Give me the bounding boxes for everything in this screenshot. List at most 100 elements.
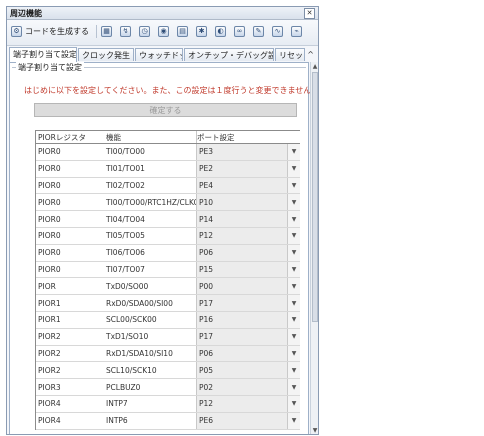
chevron-down-icon[interactable]: ▼ [287, 345, 300, 362]
port-value: P06 [199, 248, 214, 258]
toolbar-button-7[interactable]: ◐ [215, 24, 226, 38]
table-row: PIOR0 TI04/TO04 P14 ▼ [36, 211, 300, 228]
warning-message: はじめに以下を設定してください。また、この設定は１度行うと変更できません。 [24, 86, 319, 95]
port-select[interactable]: P12 ▼ [196, 227, 300, 244]
chevron-down-icon[interactable]: ▼ [287, 144, 300, 160]
table-row: PIOR0 TI01/TO01 PE2 ▼ [36, 160, 300, 178]
chevron-down-icon[interactable]: ▼ [287, 227, 300, 244]
chevron-down-icon[interactable]: ▼ [287, 261, 300, 278]
signal-icon: ⌁ [291, 25, 302, 37]
port-select[interactable]: P00 ▼ [196, 278, 300, 295]
pior-register-cell: PIOR1 [38, 315, 61, 325]
port-select[interactable]: P10 ▼ [196, 194, 300, 211]
chevron-down-icon[interactable]: ▼ [287, 160, 300, 177]
port-value: P02 [199, 382, 214, 392]
port-value: PE3 [199, 147, 214, 157]
toolbar-button-3[interactable]: ◷ [139, 24, 150, 38]
chevron-down-icon[interactable]: ▼ [287, 295, 300, 311]
link-icon: ∞ [234, 25, 245, 37]
port-select[interactable]: P05 ▼ [196, 362, 300, 379]
panel-title: 周辺機能 [10, 9, 42, 18]
port-value: PE4 [199, 180, 214, 190]
vertical-scrollbar[interactable]: ▲ ▼ [310, 62, 318, 434]
port-select[interactable]: PE2 ▼ [196, 160, 300, 177]
function-cell: TxD1/SO10 [106, 332, 149, 342]
tab-pin-assignment[interactable]: 端子割り当て設定 [9, 47, 77, 62]
toolbar-button-5[interactable]: ▤ [177, 24, 188, 38]
toolbar-button-1[interactable]: ▦ [101, 24, 112, 38]
function-cell: INTP6 [106, 416, 128, 426]
pior-register-cell: PIOR [38, 281, 56, 291]
pior-register-cell: PIOR1 [38, 298, 61, 308]
toolbar-button-4[interactable]: ◉ [158, 24, 169, 38]
confirm-button[interactable]: 確定する [34, 103, 297, 117]
pior-register-cell: PIOR2 [38, 332, 61, 342]
chevron-down-icon[interactable]: ▼ [287, 362, 300, 379]
chevron-down-icon[interactable]: ▼ [287, 194, 300, 211]
toolbar-button-6[interactable]: ✱ [196, 24, 207, 38]
chevron-down-icon[interactable]: ▼ [287, 412, 300, 429]
function-cell: TI01/TO01 [106, 164, 145, 174]
table-row: PIOR1 SCL00/SCK00 P16 ▼ [36, 311, 300, 329]
pior-register-cell: PIOR0 [38, 180, 61, 190]
port-select[interactable]: PE4 ▼ [196, 177, 300, 194]
toolbar-button-11[interactable]: ⌁ [291, 24, 302, 38]
chevron-down-icon[interactable]: ▼ [287, 311, 300, 328]
function-cell: TI00/TO00/RTC1HZ/CLKOUT [106, 197, 210, 207]
table-row: PIOR0 TI00/TO00 PE3 ▼ [36, 144, 300, 161]
chevron-down-icon[interactable]: ▼ [287, 379, 300, 395]
table-row: PIOR3 PCLBUZ0 P02 ▼ [36, 379, 300, 396]
chevron-down-icon[interactable]: ▼ [287, 278, 300, 295]
port-select[interactable]: P06 ▼ [196, 345, 300, 362]
header-pior-register: PIORレジスタ [38, 132, 86, 142]
toolbar: ⚙ コードを生成する ▦ ↯ ◷ ◉ ▤ ✱ ◐ ∞ ✎ ∿ ⌁ [7, 20, 318, 46]
port-select[interactable]: P17 ▼ [196, 328, 300, 345]
chevron-down-icon[interactable]: ▼ [287, 211, 300, 227]
toolbar-button-9[interactable]: ✎ [253, 24, 264, 38]
function-cell: TI04/TO04 [106, 214, 145, 224]
port-value: PE6 [199, 416, 214, 426]
close-icon[interactable]: ✕ [304, 8, 315, 19]
port-select[interactable]: P06 ▼ [196, 244, 300, 261]
function-cell: TxD0/SO00 [106, 281, 149, 291]
toolbar-button-10[interactable]: ∿ [272, 24, 283, 38]
table-row: PIOR0 TI07/TO07 P15 ▼ [36, 261, 300, 279]
tab-reset[interactable]: リセット [275, 48, 305, 61]
chevron-down-icon[interactable]: ▼ [287, 395, 300, 412]
table-row: PIOR0 TI00/TO00/RTC1HZ/CLKOUT P10 ▼ [36, 194, 300, 212]
port-select[interactable]: PE3 ▼ [196, 144, 300, 160]
tab-watchdog[interactable]: ウォッチドッグ [135, 48, 183, 61]
header-port-setting: ポート設定 [196, 131, 300, 143]
chevron-down-icon[interactable]: ▼ [287, 328, 300, 345]
pior-register-cell: PIOR0 [38, 248, 61, 258]
chevron-down-icon[interactable]: ▼ [287, 244, 300, 261]
table-header: PIORレジスタ 機能 ポート設定 [36, 131, 300, 144]
pin-icon: ↯ [120, 25, 131, 37]
toolbar-button-8[interactable]: ∞ [234, 24, 245, 38]
scroll-down-icon[interactable]: ▼ [311, 426, 318, 434]
scroll-thumb[interactable] [312, 72, 318, 322]
port-select[interactable]: P02 ▼ [196, 379, 300, 395]
function-cell: PCLBUZ0 [106, 382, 141, 392]
pior-register-cell: PIOR4 [38, 399, 61, 409]
tab-clock[interactable]: クロック発生 [78, 48, 134, 61]
table-row: PIOR2 SCL10/SCK10 P05 ▼ [36, 362, 300, 380]
pior-register-cell: PIOR2 [38, 348, 61, 358]
pior-register-cell: PIOR0 [38, 214, 61, 224]
chevron-down-icon[interactable]: ▼ [287, 177, 300, 194]
port-select[interactable]: P12 ▼ [196, 395, 300, 412]
scroll-up-icon[interactable]: ▲ [311, 62, 318, 71]
port-value: P10 [199, 197, 214, 207]
tab-onchip-debug[interactable]: オンチップ・デバッグ設定 [184, 48, 274, 61]
port-select[interactable]: PE6 ▼ [196, 412, 300, 429]
table-row: PIOR TxD0/SO00 P00 ▼ [36, 278, 300, 296]
port-select[interactable]: P16 ▼ [196, 311, 300, 328]
function-cell: SCL10/SCK10 [106, 365, 157, 375]
port-select[interactable]: P17 ▼ [196, 295, 300, 311]
toolbar-button-2[interactable]: ↯ [120, 24, 131, 38]
port-value: P05 [199, 365, 214, 375]
generate-code-button[interactable]: ⚙ コードを生成する [11, 24, 89, 38]
tab-scroll-icon[interactable]: ^ [307, 50, 314, 59]
port-select[interactable]: P14 ▼ [196, 211, 300, 227]
port-select[interactable]: P15 ▼ [196, 261, 300, 278]
